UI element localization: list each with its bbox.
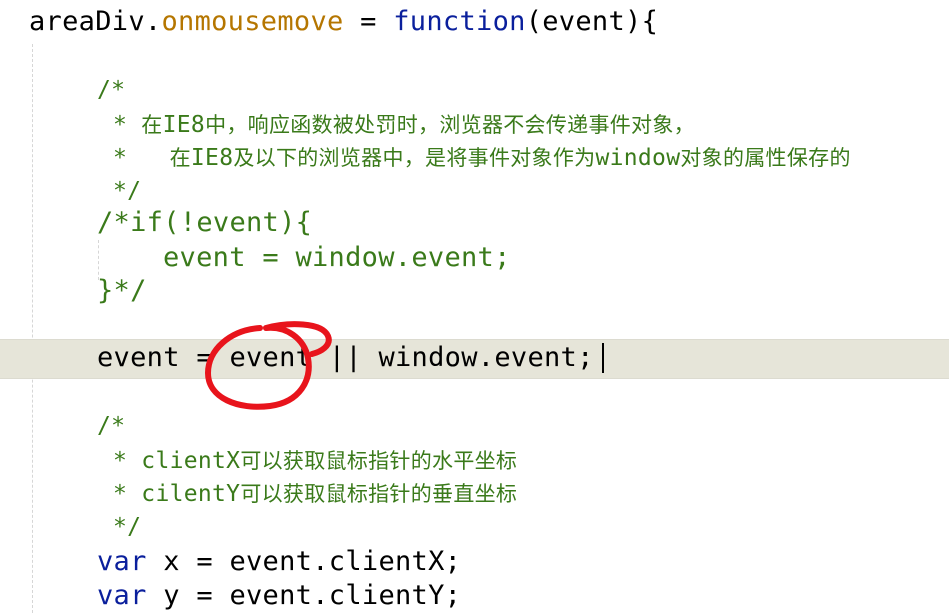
text-caret: [602, 343, 604, 373]
comment-line: }*/: [97, 273, 147, 309]
comment-text: 在: [141, 113, 163, 137]
comment-text: 可以获取鼠标指针的垂直坐标: [240, 482, 518, 506]
comment-code: event = window.event;: [163, 242, 511, 273]
keyword-var: var: [97, 546, 147, 577]
code-line-current[interactable]: event = event || window.event;: [97, 340, 594, 376]
code-line[interactable]: var y = event.clientY;: [97, 578, 461, 613]
comment-text: 在: [169, 146, 191, 170]
comment-text: window: [595, 145, 681, 171]
indent-guide: [32, 44, 33, 613]
comment-line: /*: [97, 72, 125, 108]
comment-text: clientX: [141, 448, 241, 474]
function-params: (event){: [525, 6, 659, 37]
comment-close: */: [113, 514, 142, 540]
comment-text: IE8: [190, 145, 234, 171]
code-line[interactable]: areaDiv.onmousemove = function(event){: [29, 4, 658, 40]
keyword-var: var: [97, 580, 147, 611]
comment-star: *: [113, 481, 142, 507]
comment-text: 中，响应函数被处罚时，浏览器不会传递事件对象，: [205, 113, 695, 137]
property-onmousemove: onmousemove: [161, 6, 344, 37]
comment-star: *: [113, 448, 142, 474]
identifier-areaDiv: areaDiv: [29, 6, 145, 37]
comment-star: *: [113, 145, 170, 171]
comment-text: 可以获取鼠标指针的水平坐标: [240, 449, 518, 473]
statement-y: y = event.clientY;: [146, 580, 462, 611]
comment-line: /*: [97, 408, 125, 444]
code-line[interactable]: var x = event.clientX;: [97, 544, 461, 580]
comment-line: * cilentY可以获取鼠标指针的垂直坐标: [113, 476, 517, 512]
comment-line: /*if(!event){: [97, 205, 312, 241]
comment-line: event = window.event;: [163, 240, 511, 276]
comment-code: /*if(!event){: [97, 207, 313, 238]
keyword-function: function: [393, 6, 526, 37]
comment-close: */: [113, 178, 142, 204]
comment-open: /*: [97, 413, 126, 439]
comment-line: * 在IE8及以下的浏览器中，是将事件对象作为window对象的属性保存的: [113, 140, 851, 176]
comment-line: */: [113, 509, 141, 545]
comment-line: */: [113, 173, 141, 209]
comment-code: }*/: [97, 275, 147, 306]
comment-line: * 在IE8中，响应函数被处罚时，浏览器不会传递事件对象，: [113, 107, 695, 143]
comment-text: IE8: [162, 112, 206, 138]
code-editor[interactable]: areaDiv.onmousemove = function(event){ /…: [0, 0, 949, 613]
comment-text: cilentY: [141, 481, 241, 507]
dot-operator: .: [144, 6, 162, 37]
assign-operator: =: [343, 6, 394, 37]
comment-text: 对象的属性保存的: [680, 146, 851, 170]
assignment-statement: event = event || window.event;: [97, 342, 594, 373]
comment-text: 及以下的浏览器中，是将事件对象作为: [233, 146, 596, 170]
comment-star: *: [113, 112, 142, 138]
comment-open: /*: [97, 77, 126, 103]
statement-x: x = event.clientX;: [146, 546, 462, 577]
comment-line: * clientX可以获取鼠标指针的水平坐标: [113, 443, 517, 479]
